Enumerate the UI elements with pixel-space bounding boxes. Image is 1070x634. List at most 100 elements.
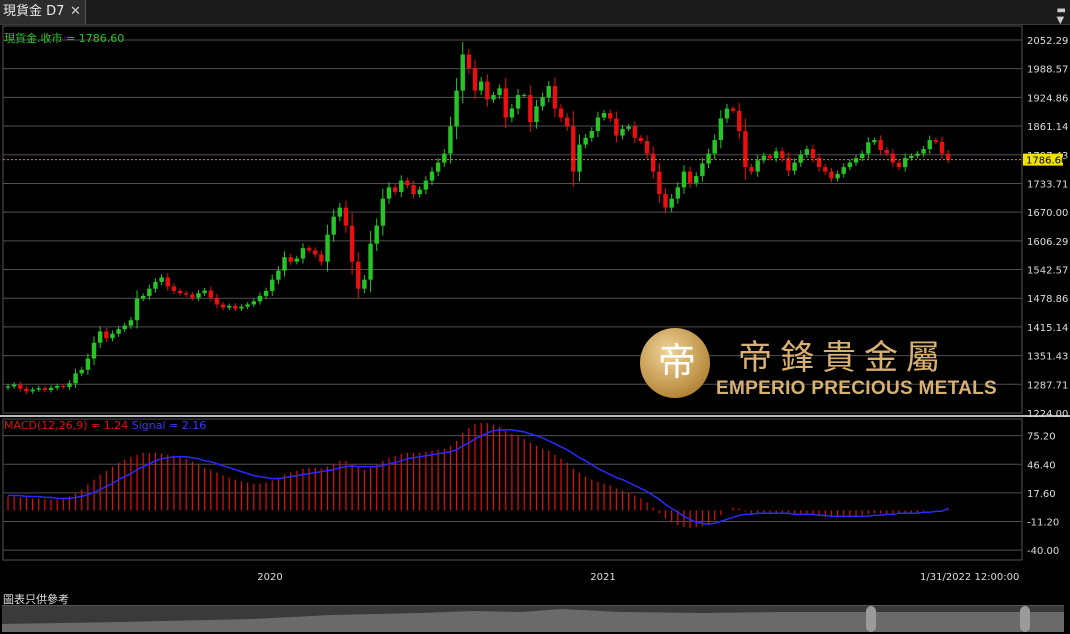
macd-tick-label: -40.00: [1027, 546, 1059, 557]
candle-body: [644, 140, 650, 154]
candle-body: [386, 187, 392, 199]
candle-body: [583, 137, 588, 145]
candle-body: [718, 118, 724, 141]
chart-tab[interactable]: 現貨金 D7 ✕: [0, 0, 86, 24]
x-tick-label: 2020: [257, 572, 282, 583]
candle-body: [116, 329, 121, 334]
candle-body: [626, 126, 631, 129]
logo-emblem: 帝: [640, 328, 710, 398]
candle-body: [306, 248, 312, 251]
candle-body: [97, 331, 103, 343]
candle-body: [872, 140, 877, 143]
price-tick-label: 1988.57: [1027, 65, 1068, 76]
candle-body: [509, 108, 515, 118]
candle-body: [319, 254, 324, 262]
candle-body: [909, 155, 914, 159]
candle-body: [687, 171, 693, 183]
candle-body: [712, 140, 717, 154]
candle-body: [122, 325, 127, 330]
candle-body: [515, 95, 521, 109]
scroll-handle-right[interactable]: [1020, 606, 1030, 632]
macd-tick-label: 46.40: [1027, 460, 1056, 471]
candle-body: [208, 290, 213, 298]
close-icon[interactable]: ✕: [70, 0, 81, 24]
candle-body: [374, 225, 379, 244]
candle-body: [48, 387, 54, 391]
candle-body: [847, 162, 853, 168]
candle-body: [257, 295, 263, 302]
candle-body: [767, 155, 773, 159]
price-tick-label: 1224.00: [1027, 409, 1068, 420]
candle-body: [270, 279, 275, 291]
logo-english-name: EMPERIO PRECIOUS METALS: [716, 378, 998, 399]
navigator-scrollbar[interactable]: [2, 605, 1064, 632]
macd-tick-label: 17.60: [1027, 489, 1056, 500]
candle-body: [239, 306, 244, 309]
candle-body: [227, 305, 232, 308]
candle-body: [251, 301, 256, 305]
candle-body: [30, 389, 35, 392]
candle-body: [552, 86, 558, 109]
last-price-label: 1786.60: [1026, 156, 1067, 167]
candle-body: [651, 153, 656, 172]
candle-body: [356, 261, 361, 289]
price-tick-label: 1287.71: [1027, 380, 1068, 391]
candle-body: [368, 243, 373, 280]
candle-body: [933, 140, 939, 142]
brand-logo: 帝 帝鋒貴金屬 EMPERIO PRECIOUS METALS: [640, 328, 1012, 402]
candle-body: [140, 295, 146, 299]
macd-tick-label: -11.20: [1027, 517, 1059, 528]
candle-body: [743, 131, 748, 168]
candle-body: [773, 151, 779, 159]
candle-body: [737, 110, 742, 132]
title-bar: 現貨金 D7 ✕ ▬ ▼: [0, 0, 1070, 26]
candle-body: [24, 388, 29, 392]
candle-body: [755, 160, 760, 172]
candle-body: [780, 151, 785, 159]
candle-body: [196, 293, 201, 298]
candle-body: [915, 153, 920, 156]
candle-body: [896, 162, 902, 168]
scroll-handle-left[interactable]: [866, 606, 876, 632]
candle-body: [159, 277, 164, 282]
candle-body: [73, 373, 78, 384]
candle-body: [859, 153, 865, 159]
menu-icon[interactable]: ▬ ▼: [1057, 6, 1066, 26]
candle-body: [614, 118, 619, 136]
candle-body: [681, 171, 687, 188]
tab-title: 現貨金 D7: [3, 4, 65, 19]
candle-body: [190, 294, 195, 298]
candle-body: [36, 388, 41, 390]
candle-body: [331, 216, 336, 235]
candle-body: [497, 88, 502, 96]
price-tick-label: 2052.29: [1027, 36, 1068, 47]
candle-body: [595, 117, 601, 132]
candle-body: [300, 248, 306, 259]
candle-body: [184, 293, 189, 295]
candle-body: [841, 167, 846, 174]
candle-body: [571, 126, 576, 172]
candle-body: [798, 154, 803, 163]
macd-legend: MACD(12,26,9) = 1.24 Signal = 2.16: [4, 419, 206, 432]
candle-body: [528, 95, 533, 123]
candle-body: [91, 342, 97, 359]
candle-body: [282, 257, 287, 271]
candle-body: [939, 141, 945, 154]
candle-body: [730, 108, 736, 111]
candle-body: [54, 385, 60, 388]
macd-legend-value: MACD(12,26,9) = 1.24: [4, 419, 129, 432]
price-tick-label: 1415.14: [1027, 323, 1068, 334]
candle-body: [792, 162, 797, 171]
candle-body: [399, 180, 404, 192]
price-tick-label: 1542.57: [1027, 266, 1068, 277]
candle-body: [11, 384, 17, 387]
candle-body: [638, 137, 644, 141]
candle-body: [435, 162, 441, 172]
price-chart[interactable]: 1224.00 1287.71 1351.43 1415.14 1478.86 1542.…: [0, 24, 1070, 594]
candle-body: [177, 290, 183, 294]
price-tick-label: 1351.43: [1027, 352, 1068, 363]
candle-body: [325, 234, 330, 262]
candle-body: [405, 180, 410, 186]
candle-body: [835, 173, 840, 179]
candle-body: [233, 305, 238, 309]
